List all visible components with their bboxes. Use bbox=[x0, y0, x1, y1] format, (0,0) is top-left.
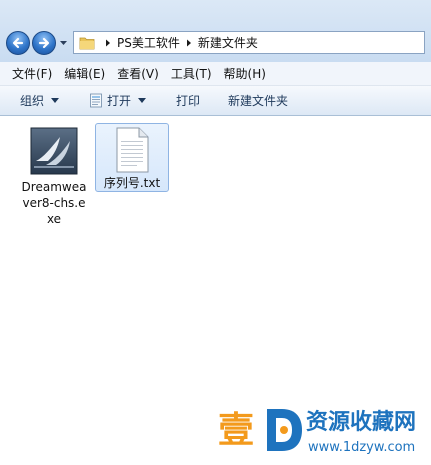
breadcrumb-arrow-icon[interactable] bbox=[103, 38, 113, 48]
watermark-d-logo-icon bbox=[267, 409, 302, 451]
folder-icon bbox=[79, 37, 95, 49]
command-bar: 组织 打开 打印 新建文件夹 bbox=[0, 86, 431, 116]
file-item-dreamweaver[interactable]: Dreamweaver8-chs.exe bbox=[17, 123, 91, 227]
menu-help[interactable]: 帮助(H) bbox=[218, 62, 272, 86]
breadcrumb-arrow-icon[interactable] bbox=[184, 38, 194, 48]
organize-label: 组织 bbox=[20, 94, 45, 108]
new-folder-button[interactable]: 新建文件夹 bbox=[228, 86, 288, 116]
breadcrumb-new-folder[interactable]: 新建文件夹 bbox=[198, 34, 258, 51]
back-arrow-icon bbox=[12, 37, 24, 49]
menu-edit[interactable]: 编辑(E) bbox=[58, 62, 111, 86]
menu-tools[interactable]: 工具(T) bbox=[165, 62, 218, 86]
text-file-icon bbox=[116, 127, 149, 173]
file-name: Dreamweaver8-chs.exe bbox=[21, 180, 87, 226]
new-folder-label: 新建文件夹 bbox=[228, 94, 289, 108]
breadcrumb-ps-software[interactable]: PS美工软件 bbox=[117, 34, 180, 51]
menu-file[interactable]: 文件(F) bbox=[6, 62, 58, 86]
organize-button[interactable]: 组织 bbox=[20, 86, 60, 116]
chevron-down-icon bbox=[138, 98, 147, 103]
print-button[interactable]: 打印 bbox=[176, 86, 200, 116]
chevron-down-icon bbox=[51, 98, 60, 103]
navigation-bar: PS美工软件 新建文件夹 bbox=[0, 0, 431, 62]
explorer-window: PS美工软件 新建文件夹 文件(F) 编辑(E) 查看(V) 工具(T) 帮助(… bbox=[0, 0, 431, 465]
forward-button[interactable] bbox=[32, 31, 56, 55]
back-button[interactable] bbox=[6, 31, 30, 55]
print-label: 打印 bbox=[176, 94, 201, 108]
watermark-site-name: 资源收藏网 bbox=[306, 410, 417, 435]
address-bar[interactable]: PS美工软件 新建文件夹 bbox=[73, 31, 425, 54]
forward-arrow-icon bbox=[38, 37, 50, 49]
open-label: 打开 bbox=[107, 94, 132, 108]
file-name: 序列号.txt bbox=[103, 176, 161, 190]
menu-bar: 文件(F) 编辑(E) 查看(V) 工具(T) 帮助(H) bbox=[0, 62, 431, 86]
file-item-serial-txt[interactable]: 序列号.txt bbox=[95, 123, 169, 192]
dreamweaver-exe-icon bbox=[30, 127, 78, 175]
menu-view[interactable]: 查看(V) bbox=[111, 62, 165, 86]
recent-pages-dropdown-icon[interactable] bbox=[59, 39, 68, 47]
document-open-icon bbox=[90, 93, 102, 108]
site-watermark: 壹 资源收藏网 www.1dzyw.com bbox=[218, 407, 431, 465]
watermark-char: 壹 bbox=[218, 410, 255, 451]
open-button[interactable]: 打开 bbox=[89, 86, 147, 116]
watermark-url: www.1dzyw.com bbox=[308, 440, 416, 455]
